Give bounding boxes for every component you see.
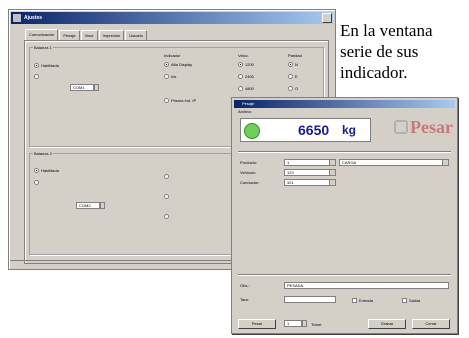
scale-1-enable-label: Habilitada: [41, 63, 59, 68]
parity-radio-1[interactable]: [288, 62, 293, 67]
paragraph-line-2: serie de sus: [340, 42, 419, 61]
menu-file[interactable]: Archivo: [238, 109, 251, 114]
scale-1-port-field[interactable]: COM1: [70, 84, 94, 91]
save-button[interactable]: Grabar: [368, 319, 406, 329]
config-titlebar[interactable]: Ajustes: [11, 12, 333, 24]
indicator-radio-c[interactable]: [164, 98, 169, 103]
exit-checkbox[interactable]: [402, 298, 407, 303]
tab-pesaje[interactable]: Pesaje: [59, 30, 80, 40]
paragraph: En la ventana serie de sus indicador.: [340, 20, 469, 83]
indicator-radio-a[interactable]: [164, 62, 169, 67]
baud-radio-3[interactable]: [238, 86, 243, 91]
vehicle-combo[interactable]: 123: [284, 169, 336, 176]
ticket-label: Ticket: [311, 322, 322, 327]
exit-label: Salida: [409, 298, 421, 303]
obs-label: Obs.:: [240, 283, 250, 288]
scale-2-disable-radio[interactable]: [34, 180, 39, 185]
driver-combo[interactable]: 321: [284, 179, 336, 186]
scale-2-indicator-radio-c[interactable]: [164, 214, 169, 219]
status-led-icon: [244, 123, 260, 139]
ticket-count-spin[interactable]: [302, 320, 307, 327]
weigh-window-title: Pesaje: [242, 101, 255, 106]
indicator-label-a: Alfa Display: [171, 62, 193, 67]
parity-radio-3[interactable]: [288, 86, 293, 91]
weigh-titlebar[interactable]: Pesaje: [234, 100, 455, 108]
tab-visor[interactable]: Visor: [80, 30, 98, 40]
obs-field[interactable]: PESADA: [284, 282, 449, 289]
indicator-radio-b[interactable]: [164, 74, 169, 79]
config-tabs: Comunicación Pesaje Visor Impresión Usua…: [25, 29, 148, 41]
parity-radio-2[interactable]: [288, 74, 293, 79]
scale-2-enable-radio[interactable]: [34, 168, 39, 173]
weight-display: 6650 kg: [240, 118, 371, 142]
vehicle-label: Vehículo:: [240, 170, 257, 175]
indicator-label-c: Prisma Ind. IP: [171, 98, 197, 103]
weigh-window: Pesaje Archivo 6650 kg Pesar Producto: 1…: [231, 97, 458, 334]
parity-column-label: Paridad: [288, 53, 302, 58]
parity-label-3: O: [295, 86, 299, 91]
divider: [238, 151, 451, 153]
scale-2-enable-label: Habilitada: [41, 168, 59, 173]
scale-1-disable-radio[interactable]: [34, 74, 39, 79]
config-window-title: Ajustes: [24, 15, 43, 21]
scale-2-port-field[interactable]: COM2: [76, 202, 100, 209]
parity-label-2: E: [295, 74, 298, 79]
tab-impresion[interactable]: Impresión: [98, 30, 125, 40]
paragraph-line-3: indicador.: [340, 63, 408, 82]
entry-checkbox[interactable]: [352, 298, 357, 303]
scale-2-title: Balanza 2: [33, 151, 53, 156]
scale-2-indicator-radio-a[interactable]: [164, 174, 169, 179]
driver-label: Conductor:: [240, 180, 260, 185]
logo: Pesar: [410, 117, 453, 137]
scale-2-indicator-radio-b[interactable]: [164, 194, 169, 199]
baud-label-1: 1200: [245, 62, 254, 67]
baud-label-3: 4800: [245, 86, 254, 91]
scale-logo-icon: [394, 120, 408, 134]
scale-2-port-spin[interactable]: [100, 202, 105, 209]
indicator-label-b: Iris: [171, 74, 177, 79]
weight-value: 6650: [298, 122, 330, 138]
paragraph-line-1: En la ventana: [340, 21, 433, 40]
tare-field[interactable]: [284, 296, 336, 303]
parity-label-1: N: [295, 62, 298, 67]
tare-label: Tara:: [240, 297, 249, 302]
product-code-combo[interactable]: 1: [284, 159, 336, 166]
baud-radio-1[interactable]: [238, 62, 243, 67]
scale-1-title: Balanza 1: [33, 45, 53, 50]
product-label: Producto:: [240, 160, 258, 165]
baud-radio-2[interactable]: [238, 74, 243, 79]
scale-1-port-spin[interactable]: [94, 84, 99, 91]
close-button[interactable]: Cerrar: [412, 319, 450, 329]
scale-1-enable-radio[interactable]: [34, 63, 39, 68]
entry-label: Entrada: [359, 298, 374, 303]
indicator-column-label: Indicador: [164, 53, 181, 58]
divider: [238, 274, 451, 276]
close-icon[interactable]: [322, 13, 332, 23]
tab-usuario[interactable]: Usuario: [125, 30, 147, 40]
app-icon: [13, 14, 21, 22]
ticket-count-field[interactable]: 1: [284, 320, 302, 327]
weight-unit: kg: [342, 123, 357, 137]
weigh-button[interactable]: Pesar: [238, 319, 276, 329]
product-name-combo[interactable]: CARGA: [339, 159, 449, 166]
baud-label-2: 2400: [245, 74, 254, 79]
baud-column-label: Veloc.: [238, 53, 249, 58]
